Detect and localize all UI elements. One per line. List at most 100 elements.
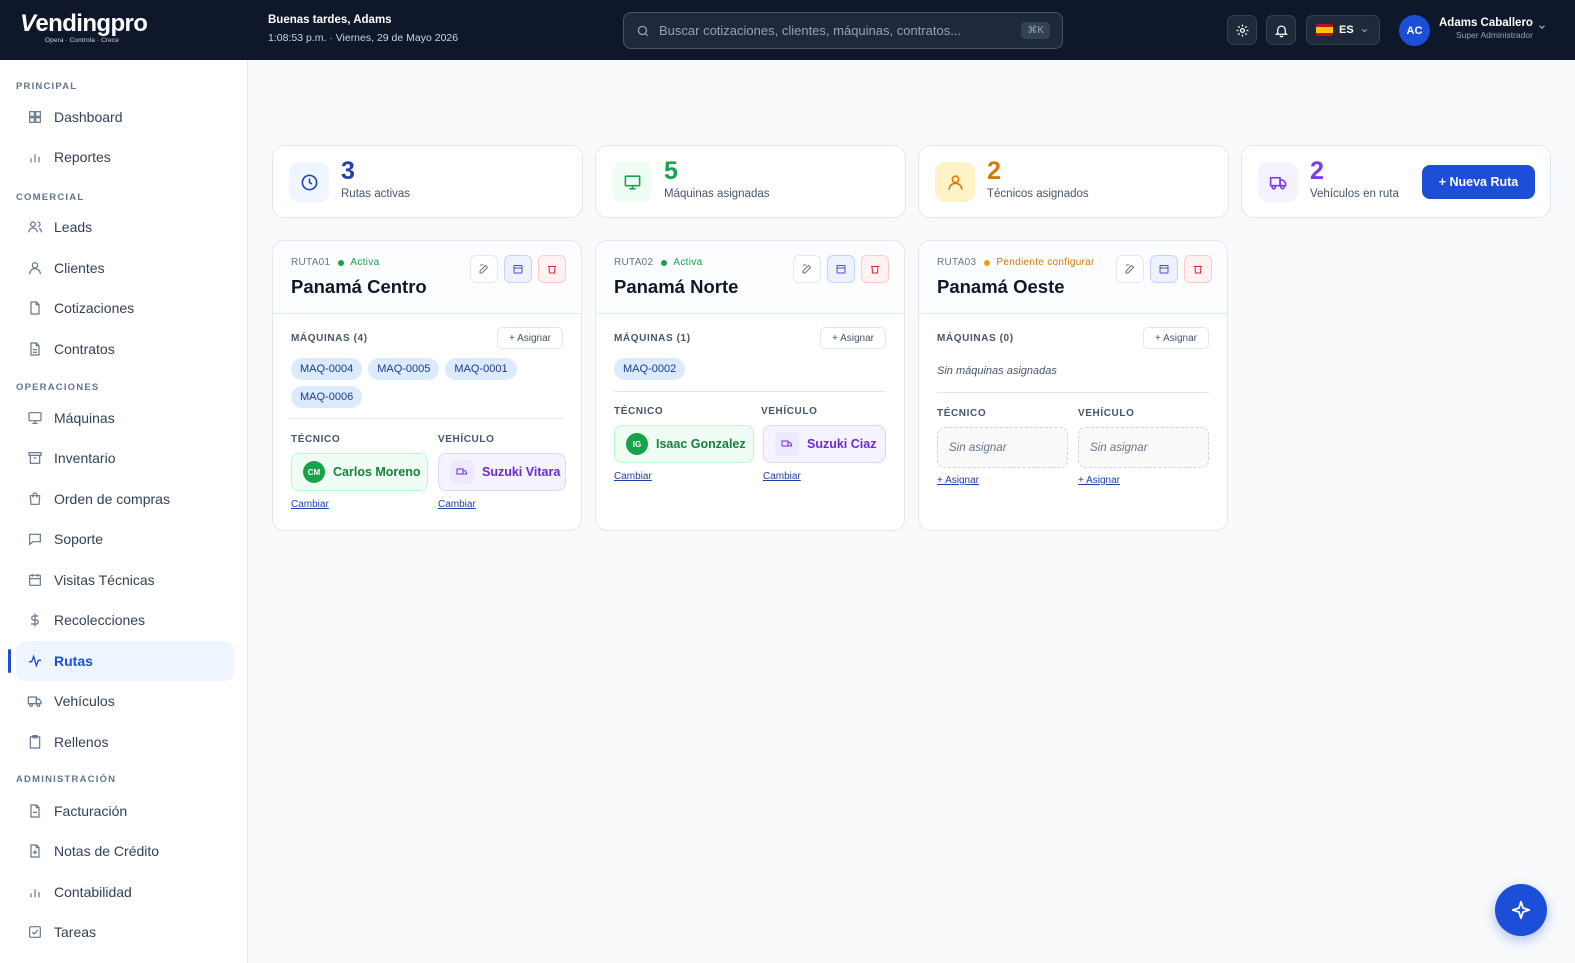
machines-title: MÁQUINAS (4) bbox=[291, 333, 368, 344]
ai-assistant-button[interactable] bbox=[1495, 884, 1547, 936]
route-name: Panamá Centro bbox=[291, 276, 427, 297]
top-bar: Vendingpro Opera · Controla · Crece Buen… bbox=[0, 0, 1575, 60]
sidebar-item-cotizaciones[interactable]: Cotizaciones bbox=[16, 288, 234, 328]
delete-route-button[interactable] bbox=[538, 255, 566, 283]
technician-title: TÉCNICO bbox=[937, 408, 987, 419]
schedule-route-button[interactable] bbox=[504, 255, 532, 283]
sidebar-item-orden-de-compras[interactable]: Orden de compras bbox=[16, 479, 234, 519]
machine-chip[interactable]: MAQ-0004 bbox=[291, 358, 363, 380]
sidebar-item-soporte[interactable]: Soporte bbox=[16, 519, 234, 559]
route-card-header: RUTA03 Pendiente configurar Panamá Oeste bbox=[919, 241, 1227, 314]
sidebar-item-visitas-tecnicas[interactable]: Visitas Técnicas bbox=[16, 560, 234, 600]
user-icon bbox=[29, 262, 41, 275]
edit-icon bbox=[479, 264, 489, 274]
sidebar-item-reportes[interactable]: Reportes bbox=[16, 137, 234, 177]
monitor-icon bbox=[612, 162, 652, 202]
sidebar-item-label: Máquinas bbox=[54, 410, 115, 426]
technician-avatar: CM bbox=[303, 461, 325, 483]
status-badge: Pendiente configurar bbox=[996, 257, 1095, 268]
change-vehicle-link[interactable]: Cambiar bbox=[438, 499, 476, 510]
assign-machine-button[interactable]: + Asignar bbox=[820, 327, 886, 349]
divider bbox=[291, 418, 563, 419]
schedule-route-button[interactable] bbox=[827, 255, 855, 283]
route-actions bbox=[793, 255, 889, 283]
grid-icon bbox=[29, 111, 41, 123]
active-indicator bbox=[8, 649, 11, 673]
calendar-icon bbox=[1159, 265, 1169, 274]
edit-route-button[interactable] bbox=[793, 255, 821, 283]
technician-pill[interactable]: CM Carlos Moreno bbox=[291, 453, 428, 491]
vehicle-empty-slot[interactable]: Sin asignar bbox=[1078, 427, 1209, 468]
sidebar-item-label: Tareas bbox=[54, 924, 97, 940]
change-technician-link[interactable]: Cambiar bbox=[614, 471, 652, 482]
schedule-route-button[interactable] bbox=[1150, 255, 1178, 283]
notifications-button[interactable] bbox=[1266, 15, 1296, 45]
technician-avatar: IG bbox=[626, 433, 648, 455]
spain-flag-icon bbox=[1316, 24, 1333, 36]
greeting-text: Buenas tardes, Adams bbox=[268, 14, 392, 26]
assign-technician-link[interactable]: + Asignar bbox=[937, 475, 979, 486]
sidebar-item-contabilidad[interactable]: Contabilidad bbox=[16, 872, 234, 912]
sidebar-item-vehiculos[interactable]: Vehículos bbox=[16, 681, 234, 721]
route-actions bbox=[470, 255, 566, 283]
status-dot bbox=[338, 259, 345, 266]
machine-chip[interactable]: MAQ-0006 bbox=[291, 386, 363, 408]
global-search[interactable]: ⌘K bbox=[623, 12, 1063, 49]
user-icon bbox=[935, 162, 975, 202]
sidebar-item-contratos[interactable]: Contratos bbox=[16, 329, 234, 369]
logo-tagline: Opera · Controla · Crece bbox=[45, 37, 119, 44]
technician-name: Carlos Moreno bbox=[333, 465, 421, 479]
assign-machine-button[interactable]: + Asignar bbox=[1143, 327, 1209, 349]
sidebar-item-dashboard[interactable]: Dashboard bbox=[16, 97, 234, 137]
sidebar-item-tareas[interactable]: Tareas bbox=[16, 912, 234, 952]
current-datetime: 1:08:53 p.m. · Viernes, 29 de Mayo 2026 bbox=[268, 32, 459, 44]
trash-icon bbox=[548, 266, 556, 274]
search-input[interactable] bbox=[659, 23, 1022, 38]
sidebar-item-recolecciones[interactable]: Recolecciones bbox=[16, 600, 234, 640]
bar-chart-icon bbox=[30, 154, 40, 163]
truck-icon bbox=[775, 432, 799, 456]
assign-vehicle-link[interactable]: + Asignar bbox=[1078, 475, 1120, 486]
sidebar-item-rellenos[interactable]: Rellenos bbox=[16, 722, 234, 762]
calendar-icon bbox=[836, 265, 846, 274]
bar-chart-icon bbox=[30, 889, 40, 898]
edit-route-button[interactable] bbox=[470, 255, 498, 283]
sidebar-item-leads[interactable]: Leads bbox=[16, 207, 234, 247]
vehicle-pill[interactable]: Suzuki Vitara bbox=[438, 453, 566, 491]
change-technician-link[interactable]: Cambiar bbox=[291, 499, 329, 510]
delete-route-button[interactable] bbox=[1184, 255, 1212, 283]
settings-button[interactable] bbox=[1227, 15, 1257, 45]
route-card-header: RUTA02 Activa Panamá Norte bbox=[596, 241, 904, 314]
language-selector[interactable]: ES bbox=[1306, 15, 1380, 45]
sidebar: PRINCIPAL Dashboard Reportes COMERCIAL L… bbox=[0, 60, 248, 963]
technician-empty-slot[interactable]: Sin asignar bbox=[937, 427, 1068, 468]
technician-pill[interactable]: IG Isaac Gonzalez bbox=[614, 425, 754, 463]
calendar-icon bbox=[29, 574, 41, 586]
machine-chip[interactable]: MAQ-0001 bbox=[445, 358, 517, 380]
sidebar-item-rutas[interactable]: Rutas bbox=[16, 641, 234, 681]
change-vehicle-link[interactable]: Cambiar bbox=[763, 471, 801, 482]
user-avatar[interactable]: AC bbox=[1399, 15, 1430, 46]
assign-machine-button[interactable]: + Asignar bbox=[497, 327, 563, 349]
chevron-down-icon[interactable] bbox=[1537, 22, 1547, 32]
edit-route-button[interactable] bbox=[1116, 255, 1144, 283]
no-machines-text: Sin máquinas asignadas bbox=[937, 365, 1057, 377]
vehicle-title: VEHÍCULO bbox=[438, 434, 495, 445]
stat-value: 3 bbox=[341, 157, 355, 185]
machines-title: MÁQUINAS (1) bbox=[614, 333, 691, 344]
vehicle-pill[interactable]: Suzuki Ciaz bbox=[763, 425, 886, 463]
truck-icon bbox=[27, 696, 42, 707]
delete-route-button[interactable] bbox=[861, 255, 889, 283]
sidebar-item-notas-de-credito[interactable]: Notas de Crédito bbox=[16, 831, 234, 871]
sidebar-item-maquinas[interactable]: Máquinas bbox=[16, 398, 234, 438]
user-menu[interactable]: Adams Caballero Super Administrador bbox=[1439, 17, 1533, 40]
search-shortcut-badge: ⌘K bbox=[1021, 22, 1050, 39]
new-route-button[interactable]: + Nueva Ruta bbox=[1422, 165, 1535, 199]
sidebar-item-facturacion[interactable]: Facturación bbox=[16, 791, 234, 831]
app-logo[interactable]: Vendingpro Opera · Controla · Crece bbox=[20, 11, 148, 45]
machine-chip[interactable]: MAQ-0005 bbox=[368, 358, 440, 380]
machine-chips: MAQ-0002 bbox=[614, 358, 892, 380]
machine-chip[interactable]: MAQ-0002 bbox=[614, 358, 686, 380]
sidebar-item-inventario[interactable]: Inventario bbox=[16, 438, 234, 478]
sidebar-item-clientes[interactable]: Clientes bbox=[16, 248, 234, 288]
